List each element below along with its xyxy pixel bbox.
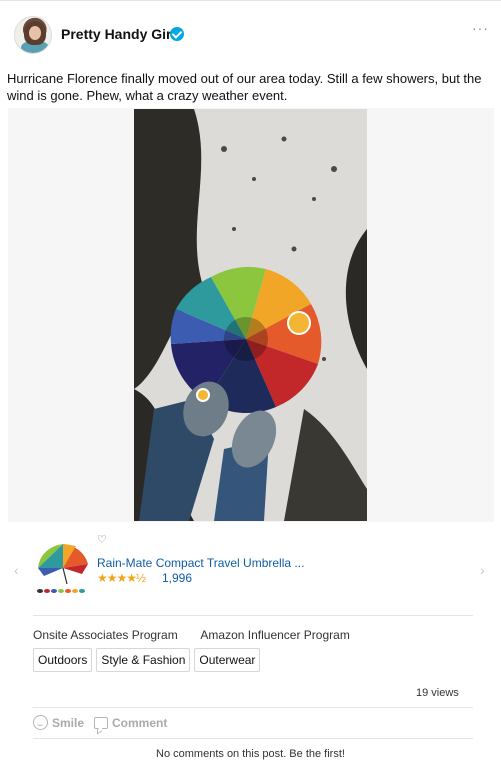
program-label: Onsite Associates Program (33, 628, 178, 642)
programs-list: Onsite Associates Program Amazon Influen… (33, 628, 370, 642)
more-options-icon[interactable]: ··· (472, 20, 489, 36)
divider (33, 738, 473, 739)
tag-list: Outdoors Style & Fashion Outerwear (33, 648, 261, 672)
heart-icon[interactable]: ♡ (97, 533, 107, 546)
tag-chip[interactable]: Outdoors (33, 648, 93, 672)
post-photo[interactable] (134, 109, 367, 521)
author-avatar[interactable] (14, 16, 52, 54)
photo-umbrella-illustration (134, 109, 367, 521)
action-bar: Smile Comment (33, 715, 167, 730)
chevron-left-icon[interactable]: ‹ (14, 562, 19, 578)
product-hotspot-umbrella[interactable] (287, 311, 311, 335)
post-header: Pretty Handy Girl ··· (0, 0, 501, 68)
view-count: 19 views (416, 687, 459, 699)
no-comments-message: No comments on this post. Be the first! (156, 748, 345, 760)
comment-button[interactable]: Comment (94, 715, 167, 730)
verified-badge-icon (170, 27, 184, 41)
post-text: Hurricane Florence finally moved out of … (7, 71, 482, 103)
product-thumbnail[interactable] (34, 538, 92, 596)
chevron-right-icon[interactable]: › (480, 562, 485, 578)
comment-icon (94, 716, 109, 729)
divider (33, 615, 473, 616)
program-label: Amazon Influencer Program (200, 628, 350, 642)
smile-icon (33, 715, 48, 730)
smile-label: Smile (52, 715, 85, 730)
product-title-link[interactable]: Rain-Mate Compact Travel Umbrella ... (97, 556, 304, 570)
product-rating-stars: ★★★★½ (97, 571, 146, 585)
product-rating-count[interactable]: 1,996 (162, 571, 192, 585)
divider (33, 707, 473, 708)
product-hotspot-shoes[interactable] (196, 388, 210, 402)
tag-chip[interactable]: Outerwear (194, 648, 261, 672)
tag-chip[interactable]: Style & Fashion (96, 648, 191, 672)
author-name[interactable]: Pretty Handy Girl (61, 26, 175, 42)
comment-label: Comment (112, 715, 168, 730)
smile-button[interactable]: Smile (33, 715, 84, 730)
